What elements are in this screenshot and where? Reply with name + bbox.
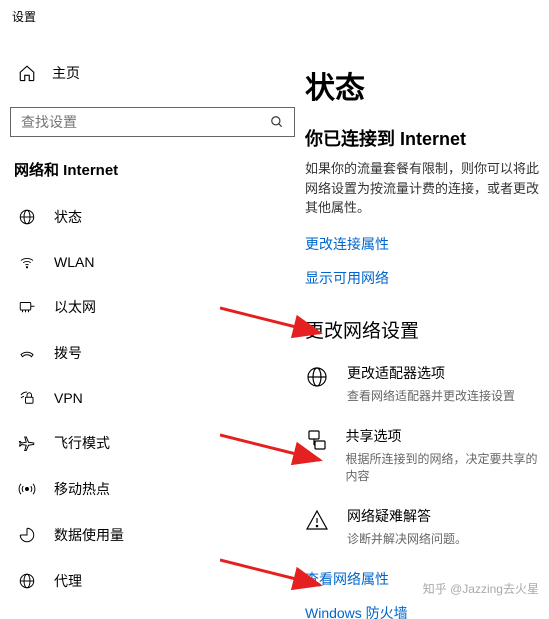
proxy-icon bbox=[18, 572, 36, 590]
sidebar-item-hotspot[interactable]: 移动热点 bbox=[10, 466, 295, 512]
ethernet-icon bbox=[18, 298, 36, 316]
sidebar-section-title: 网络和 Internet bbox=[14, 159, 295, 180]
warning-icon bbox=[305, 506, 331, 547]
search-input[interactable] bbox=[21, 114, 270, 130]
option-title: 网络疑难解答 bbox=[347, 506, 467, 526]
link-show-networks[interactable]: 显示可用网络 bbox=[305, 268, 549, 288]
option-adapter[interactable]: 更改适配器选项 查看网络适配器并更改连接设置 bbox=[305, 363, 549, 404]
connection-desc: 如果你的流量套餐有限制，则你可以将此网络设置为按流量计费的连接，或者更改其他属性… bbox=[305, 159, 549, 218]
globe-icon bbox=[18, 208, 36, 226]
home-label: 主页 bbox=[52, 63, 80, 83]
sidebar-item-vpn[interactable]: VPN bbox=[10, 376, 295, 420]
search-box[interactable] bbox=[10, 107, 295, 137]
option-troubleshoot[interactable]: 网络疑难解答 诊断并解决网络问题。 bbox=[305, 506, 549, 547]
window-title: 设置 bbox=[0, 0, 549, 33]
sidebar-item-proxy[interactable]: 代理 bbox=[10, 558, 295, 604]
sidebar-item-label: 拨号 bbox=[54, 343, 82, 363]
sidebar-item-label: VPN bbox=[54, 390, 83, 406]
watermark: 知乎 @Jazzing去火星 bbox=[423, 580, 539, 597]
option-desc: 查看网络适配器并更改连接设置 bbox=[347, 387, 515, 404]
sidebar-item-label: 移动热点 bbox=[54, 479, 110, 499]
link-firewall[interactable]: Windows 防火墙 bbox=[305, 603, 549, 619]
sidebar-item-label: 数据使用量 bbox=[54, 525, 124, 545]
search-icon bbox=[270, 115, 284, 129]
subsection-title: 更改网络设置 bbox=[305, 316, 549, 343]
sidebar-item-status[interactable]: 状态 bbox=[10, 194, 295, 240]
sidebar-item-ethernet[interactable]: 以太网 bbox=[10, 284, 295, 330]
sidebar-item-wlan[interactable]: WLAN bbox=[10, 240, 295, 284]
sharing-icon bbox=[305, 426, 330, 484]
page-title: 状态 bbox=[305, 63, 549, 107]
option-sharing[interactable]: 共享选项 根据所连接到的网络，决定要共享的内容 bbox=[305, 426, 549, 484]
sidebar-item-airplane[interactable]: 飞行模式 bbox=[10, 420, 295, 466]
sidebar-item-label: 状态 bbox=[54, 207, 82, 227]
wifi-icon bbox=[18, 253, 36, 271]
globe-icon bbox=[305, 363, 331, 404]
option-title: 共享选项 bbox=[346, 426, 549, 446]
option-desc: 诊断并解决网络问题。 bbox=[347, 530, 467, 547]
connection-subtitle: 你已连接到 Internet bbox=[305, 125, 549, 151]
dialup-icon bbox=[18, 344, 36, 362]
sidebar-item-label: 以太网 bbox=[54, 297, 96, 317]
hotspot-icon bbox=[18, 480, 36, 498]
sidebar-item-datausage[interactable]: 数据使用量 bbox=[10, 512, 295, 558]
sidebar: 主页 网络和 Internet 状态 WLAN 以太网 bbox=[0, 33, 305, 619]
sidebar-item-dialup[interactable]: 拨号 bbox=[10, 330, 295, 376]
sidebar-item-label: 代理 bbox=[54, 571, 82, 591]
airplane-icon bbox=[18, 434, 36, 452]
sidebar-item-label: 飞行模式 bbox=[54, 433, 110, 453]
data-usage-icon bbox=[18, 526, 36, 544]
option-title: 更改适配器选项 bbox=[347, 363, 515, 383]
vpn-icon bbox=[18, 389, 36, 407]
sidebar-item-label: WLAN bbox=[54, 254, 94, 270]
main-panel: 状态 你已连接到 Internet 如果你的流量套餐有限制，则你可以将此网络设置… bbox=[305, 33, 549, 619]
home-button[interactable]: 主页 bbox=[10, 53, 295, 93]
home-icon bbox=[18, 64, 36, 82]
option-desc: 根据所连接到的网络，决定要共享的内容 bbox=[346, 450, 549, 484]
link-change-connection[interactable]: 更改连接属性 bbox=[305, 234, 549, 254]
